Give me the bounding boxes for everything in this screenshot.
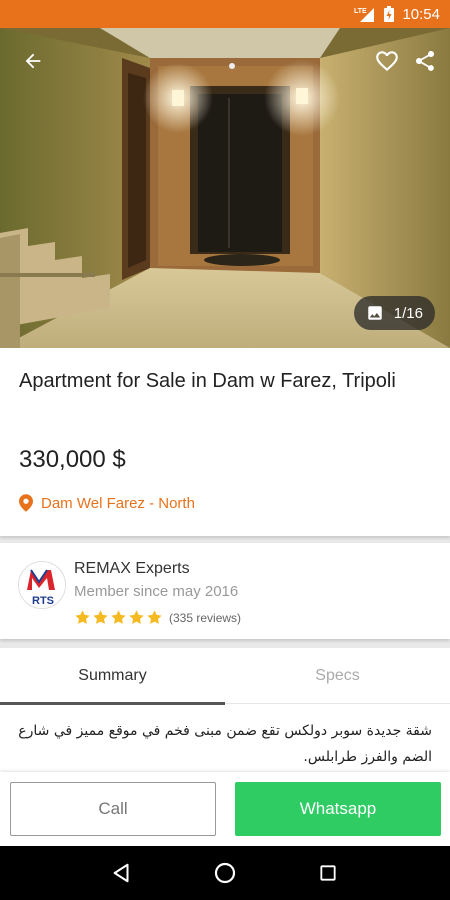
- share-icon: [416, 51, 434, 71]
- agent-card[interactable]: RTS REMAX Experts Member since may 2016 …: [0, 543, 450, 639]
- star-icon: [75, 610, 90, 624]
- agent-rating: (335 reviews): [74, 609, 241, 626]
- whatsapp-button[interactable]: Whatsapp: [235, 782, 441, 836]
- svg-text:LTE: LTE: [354, 8, 367, 15]
- signal-icon: LTE: [354, 6, 376, 22]
- system-nav-bar: [0, 846, 450, 900]
- nav-home-icon: [214, 862, 236, 884]
- nav-recents-icon: [320, 865, 336, 881]
- listing-summary-card: Apartment for Sale in Dam w Farez, Tripo…: [0, 348, 450, 536]
- star-icon: [93, 610, 108, 624]
- favorite-button[interactable]: [372, 46, 402, 76]
- agent-name: REMAX Experts: [74, 560, 190, 577]
- tab-specs[interactable]: Specs: [225, 648, 450, 704]
- listing-description: شقة جديدة سوبر دولكس تقع ضمن مبنى فخم في…: [18, 723, 432, 765]
- star-icon: [129, 610, 144, 624]
- photo-counter[interactable]: 1/16: [353, 296, 435, 330]
- nav-back-button[interactable]: [102, 853, 142, 893]
- photo-counter-text: 1/16: [393, 304, 423, 322]
- heart-icon: [376, 51, 398, 72]
- details-section: Summary Specs شقة جديدة سوبر دولكس تقع ض…: [0, 648, 450, 776]
- nav-home-button[interactable]: [205, 853, 245, 893]
- reviews-count: (335 reviews): [169, 610, 242, 625]
- listing-location[interactable]: Dam Wel Farez - North: [19, 494, 195, 512]
- back-arrow-icon: [25, 53, 41, 69]
- screen: LTE 10:54 1/16 Apartment for Sale in Dam…: [0, 0, 450, 900]
- location-pin-icon: [19, 494, 33, 512]
- listing-title: Apartment for Sale in Dam w Farez, Tripo…: [19, 370, 396, 392]
- battery-icon: [384, 6, 395, 22]
- location-text: Dam Wel Farez - North: [41, 494, 195, 512]
- status-bar: LTE 10:54: [0, 0, 450, 28]
- star-icon: [147, 610, 162, 624]
- contact-bar: Call Whatsapp: [0, 772, 450, 846]
- listing-photo[interactable]: 1/16: [0, 28, 450, 348]
- listing-price: 330,000 $: [19, 446, 126, 473]
- call-button[interactable]: Call: [10, 782, 216, 836]
- agent-member-since: Member since may 2016: [74, 583, 239, 600]
- nav-back-icon: [113, 863, 129, 883]
- status-time: 10:54: [402, 5, 440, 23]
- share-button[interactable]: [410, 46, 440, 76]
- tab-summary[interactable]: Summary: [0, 648, 225, 705]
- tab-bar: Summary Specs: [0, 648, 450, 705]
- svg-text:RTS: RTS: [32, 595, 54, 607]
- back-button[interactable]: [18, 46, 48, 76]
- nav-recents-button[interactable]: [308, 853, 348, 893]
- agent-logo: RTS: [18, 561, 66, 609]
- star-icon: [111, 610, 126, 624]
- rating-stars: [74, 609, 163, 626]
- image-icon: [368, 306, 382, 320]
